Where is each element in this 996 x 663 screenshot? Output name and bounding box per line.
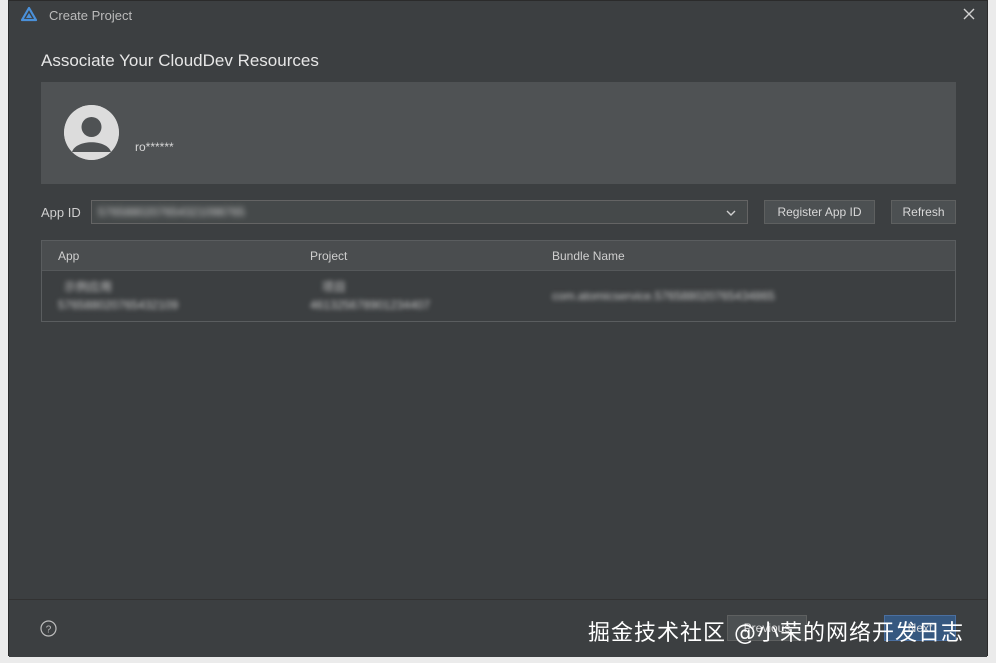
user-avatar-icon — [64, 105, 119, 160]
page-title: Associate Your CloudDev Resources — [41, 51, 319, 70]
chevron-down-icon — [726, 210, 736, 216]
resources-table: App Project Bundle Name 示例应用 57658802076… — [41, 240, 956, 322]
bundle-name-cell: com.atomicservice.576588020765434865 — [552, 289, 775, 303]
app-id-label: App ID — [41, 205, 81, 220]
app-id-row: App ID 5765880207654321098765 Register A… — [41, 200, 956, 224]
column-header-bundle-name: Bundle Name — [552, 249, 625, 263]
table-row[interactable]: 示例应用 576588020765432109 项目 4613256789012… — [42, 272, 955, 322]
register-app-id-button[interactable]: Register App ID — [764, 200, 875, 224]
refresh-button[interactable]: Refresh — [891, 200, 956, 224]
account-username: ro****** — [135, 140, 174, 154]
project-name-cell: 项目 — [322, 280, 347, 294]
harmony-logo-icon — [21, 7, 37, 22]
account-panel: ro****** — [41, 82, 956, 184]
table-header: App Project Bundle Name — [42, 241, 955, 271]
app-name-cell: 示例应用 — [64, 280, 113, 294]
project-id-cell: 461325678901234407 — [310, 298, 431, 312]
svg-text:?: ? — [46, 625, 52, 636]
app-id-selected-value: 5765880207654321098765 — [98, 205, 245, 219]
window-title: Create Project — [49, 8, 133, 23]
app-id-dropdown[interactable]: 5765880207654321098765 — [91, 200, 748, 224]
app-id-cell: 576588020765432109 — [58, 298, 179, 312]
close-icon[interactable] — [961, 6, 977, 22]
column-header-project: Project — [310, 249, 348, 263]
watermark-text: 掘金技术社区 @小荣的网络开发日志 — [588, 621, 964, 646]
dialog-content: Associate Your CloudDev Resources ro****… — [9, 29, 987, 599]
create-project-window: Create Project Associate Your CloudDev R… — [8, 0, 988, 657]
title-bar: Create Project — [9, 1, 987, 29]
help-circle-icon[interactable]: ? — [40, 620, 57, 637]
column-header-app: App — [58, 249, 80, 263]
